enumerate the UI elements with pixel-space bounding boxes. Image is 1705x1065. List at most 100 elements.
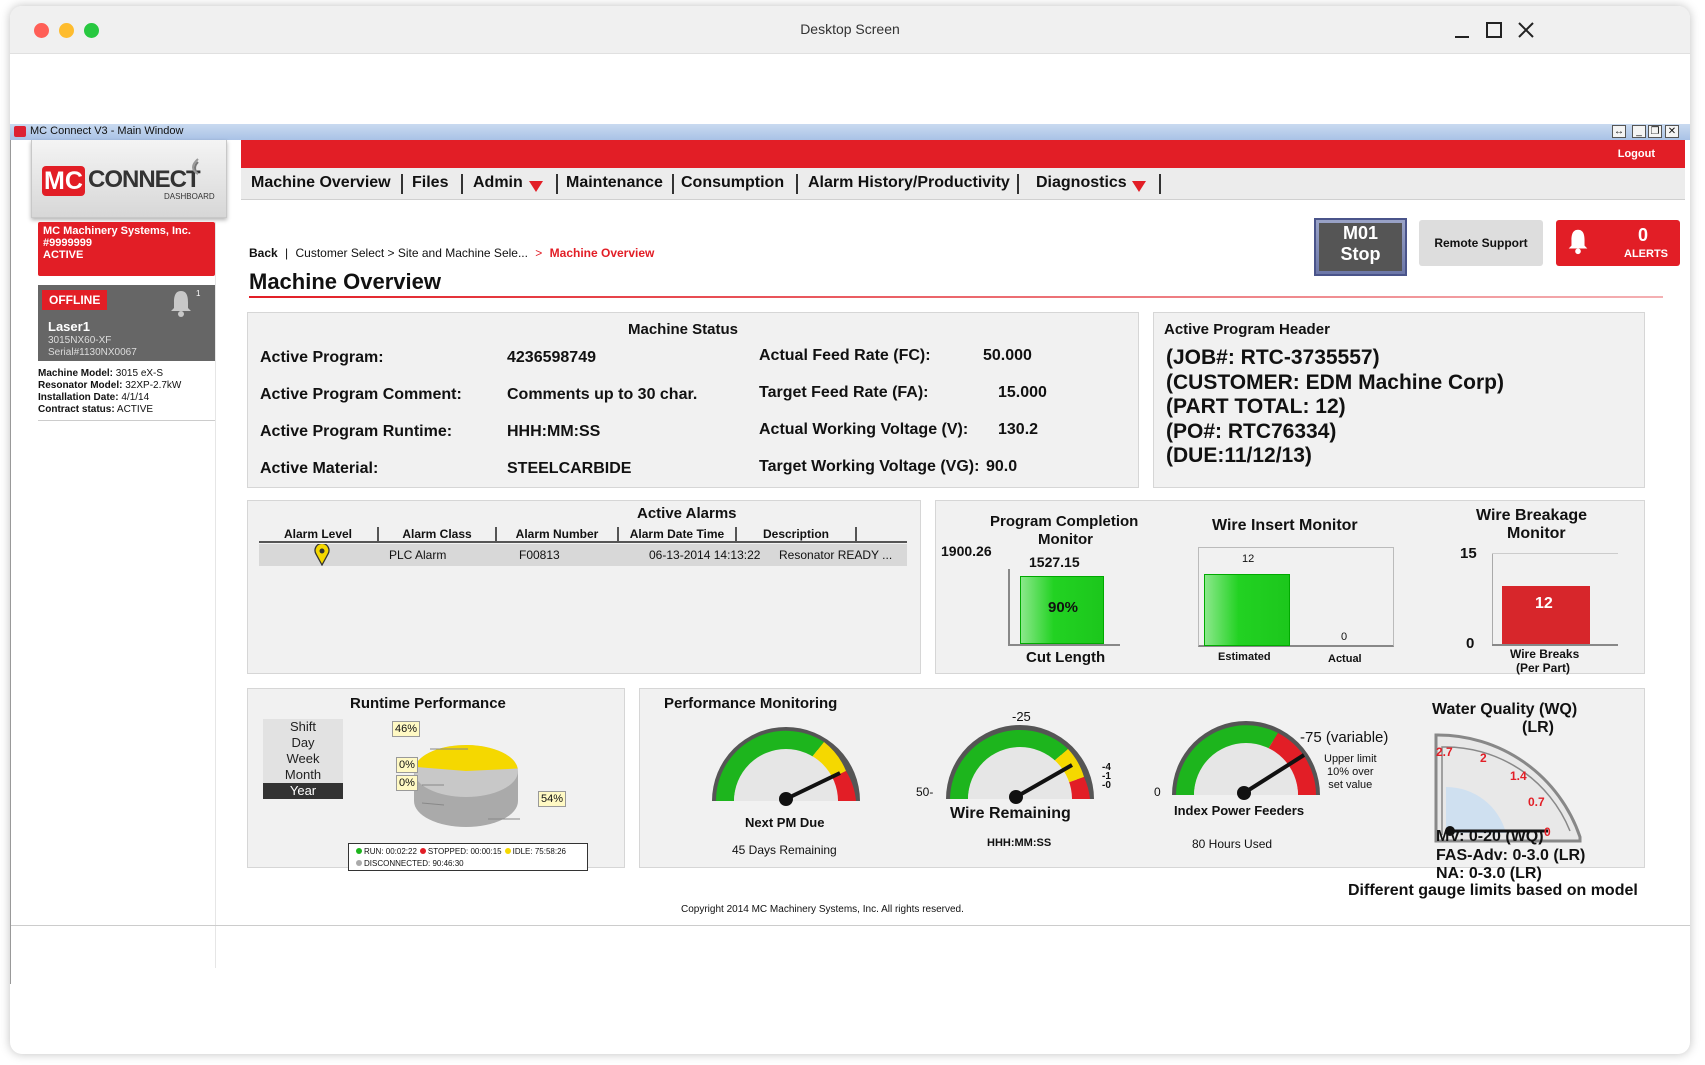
machine-detail-row: Contract status: ACTIVE <box>38 404 215 416</box>
alarm-description: Resonator READY ... <box>779 548 893 562</box>
logo-dashboard: DASHBOARD <box>164 192 215 201</box>
alarm-column-header[interactable]: Description <box>737 527 857 543</box>
nav-consumption[interactable]: Consumption <box>681 174 784 192</box>
remote-support-button[interactable]: Remote Support <box>1419 220 1543 266</box>
status-value: 90.0 <box>986 458 1018 475</box>
nav-alarm-history[interactable]: Alarm History/Productivity <box>808 174 1010 192</box>
bell-icon[interactable] <box>166 288 196 318</box>
breadcrumb-arrow: > <box>535 246 543 260</box>
logout-link[interactable]: Logout <box>1618 148 1655 160</box>
detail-label: Installation Date: <box>38 392 119 403</box>
alarm-column-header[interactable]: Alarm Number <box>497 527 619 543</box>
minimize-icon[interactable] <box>1448 16 1476 44</box>
active-alarms-title: Active Alarms <box>637 505 737 522</box>
period-option-day[interactable]: Day <box>263 735 343 751</box>
machine-detail-row: Resonator Model: 32XP-2.7kW <box>38 380 215 392</box>
window-title: Desktop Screen <box>800 21 900 37</box>
alarm-level-pin-icon <box>314 544 330 566</box>
completion-current-label: 1527.15 <box>1029 554 1080 570</box>
alarm-column-header[interactable]: Alarm Date Time <box>619 527 737 543</box>
nav-separator <box>1017 174 1019 194</box>
program-header-lines: (JOB#: RTC-3735557) (CUSTOMER: EDM Machin… <box>1166 346 1504 469</box>
app-restore-icon[interactable]: ❐ <box>1648 125 1662 138</box>
machine-card[interactable]: OFFLINE 1 Laser1 3015NX60-XF Serial#1130… <box>38 285 215 361</box>
wq-tick-0-7: 0.7 <box>1528 795 1545 809</box>
breadcrumb-path[interactable]: Customer Select > Site and Machine Sele.… <box>296 246 528 260</box>
machine-status-panel: Machine Status Active Program: 4236598749… <box>247 312 1139 488</box>
breadcrumb: Back | Customer Select > Site and Machin… <box>249 246 655 260</box>
period-option-month[interactable]: Month <box>263 767 343 783</box>
pie-label-idle: 54% <box>538 791 567 807</box>
m01-stop-button[interactable]: M01 Stop <box>1314 218 1407 276</box>
chevron-down-icon[interactable] <box>1132 181 1146 192</box>
pie-label-disconnected: 0% <box>396 775 418 791</box>
chevron-down-icon[interactable] <box>529 181 543 192</box>
nav-diagnostics[interactable]: Diagnostics <box>1036 174 1127 192</box>
alarm-column-header[interactable]: Alarm Level <box>259 527 379 543</box>
alerts-count: 0 <box>1638 225 1649 245</box>
status-value: 130.2 <box>998 421 1039 438</box>
nav-admin[interactable]: Admin <box>473 174 523 192</box>
legend-dot <box>419 848 426 854</box>
breadcrumb-current: Machine Overview <box>549 246 655 260</box>
app-close-icon[interactable]: ✕ <box>1665 125 1679 138</box>
machine-model-line: 3015NX60-XF <box>48 335 112 346</box>
status-label: Actual Feed Rate (FC): <box>759 347 931 364</box>
nav-machine-overview[interactable]: Machine Overview <box>251 174 391 192</box>
bell-icon <box>1568 229 1588 255</box>
wire-insert-label-estimated: Estimated <box>1218 651 1271 663</box>
performance-title: Performance Monitoring <box>664 695 838 712</box>
legend-label: DISCONNECTED: 90:46:30 <box>364 859 464 868</box>
status-label: Active Material: <box>260 460 379 477</box>
mc-connect-logo[interactable]: MC CONNECT DASHBOARD <box>31 140 227 218</box>
close-icon[interactable] <box>1512 16 1540 44</box>
program-header-line: (CUSTOMER: EDM Machine Corp) <box>1166 370 1504 394</box>
wire-breakage-xlabel-2: (Per Part) <box>1516 661 1571 675</box>
legend-label: IDLE: 75:58:26 <box>512 847 566 856</box>
maximize-icon[interactable] <box>1480 16 1508 44</box>
nav-files[interactable]: Files <box>412 174 448 192</box>
wire-breakage-xlabel-1: Wire Breaks <box>1510 647 1580 661</box>
app-content: Logout Machine Overview Files Admin Main… <box>10 140 1690 984</box>
breadcrumb-back[interactable]: Back <box>249 246 278 260</box>
alarm-column-header[interactable]: Alarm Class <box>379 527 497 543</box>
nav-maintenance[interactable]: Maintenance <box>566 174 663 192</box>
logo-mc: MC <box>42 166 85 196</box>
index-power-sublabel: 80 Hours Used <box>1192 837 1273 851</box>
status-value: 4236598749 <box>507 349 596 366</box>
offline-badge: OFFLINE <box>42 290 108 310</box>
machine-detail-row: Installation Date: 4/1/14 <box>38 392 215 404</box>
detail-value: ACTIVE <box>114 404 154 415</box>
completion-xlabel: Cut Length <box>1026 649 1106 666</box>
next-pm-sublabel: 45 Days Remaining <box>732 843 837 857</box>
alerts-button[interactable]: 0 ALERTS <box>1556 220 1680 266</box>
page-title: Machine Overview <box>249 269 441 294</box>
wire-remaining-sublabel: HHH:MM:SS <box>987 837 1052 849</box>
company-card[interactable]: MC Machinery Systems, Inc. #9999999 ACTI… <box>38 222 215 276</box>
wire-remaining-label: Wire Remaining <box>950 805 1071 822</box>
program-header-line: (PO#: RTC76334) <box>1166 419 1337 443</box>
company-id: #9999999 <box>43 237 92 249</box>
resize-icon[interactable]: ↔ <box>1612 125 1626 138</box>
app-window: MC Connect V3 - Main Window ↔ _ ❐ ✕ Logo… <box>10 124 1690 984</box>
period-selector: Shift Day Week Month Year <box>263 719 343 804</box>
detail-label: Resonator Model: <box>38 380 123 391</box>
m01-line2: Stop <box>1340 244 1381 264</box>
status-label: Target Feed Rate (FA): <box>759 384 929 401</box>
period-option-shift[interactable]: Shift <box>263 719 343 735</box>
program-header-panel: Active Program Header (JOB#: RTC-3735557… <box>1153 312 1645 488</box>
period-option-year[interactable]: Year <box>263 783 343 799</box>
copyright: Copyright 2014 MC Machinery Systems, Inc… <box>681 904 964 915</box>
alarm-row[interactable]: PLC Alarm F00813 06-13-2014 14:13:22 Res… <box>259 544 907 566</box>
machine-status-title: Machine Status <box>628 321 739 338</box>
water-quality-title-1: Water Quality (WQ) <box>1432 701 1578 718</box>
completion-max-label: 1900.26 <box>941 543 992 559</box>
period-option-week[interactable]: Week <box>263 751 343 767</box>
nav-separator <box>461 174 463 194</box>
legend-label: STOPPED: 00:00:15 <box>427 847 502 856</box>
completion-axis <box>1008 569 1010 645</box>
wire-breakage-ymin: 0 <box>1466 635 1475 652</box>
header-red-bar: Logout <box>241 140 1685 168</box>
main-nav: Machine Overview Files Admin Maintenance… <box>241 168 1685 200</box>
app-minimize-icon[interactable]: _ <box>1632 125 1646 138</box>
